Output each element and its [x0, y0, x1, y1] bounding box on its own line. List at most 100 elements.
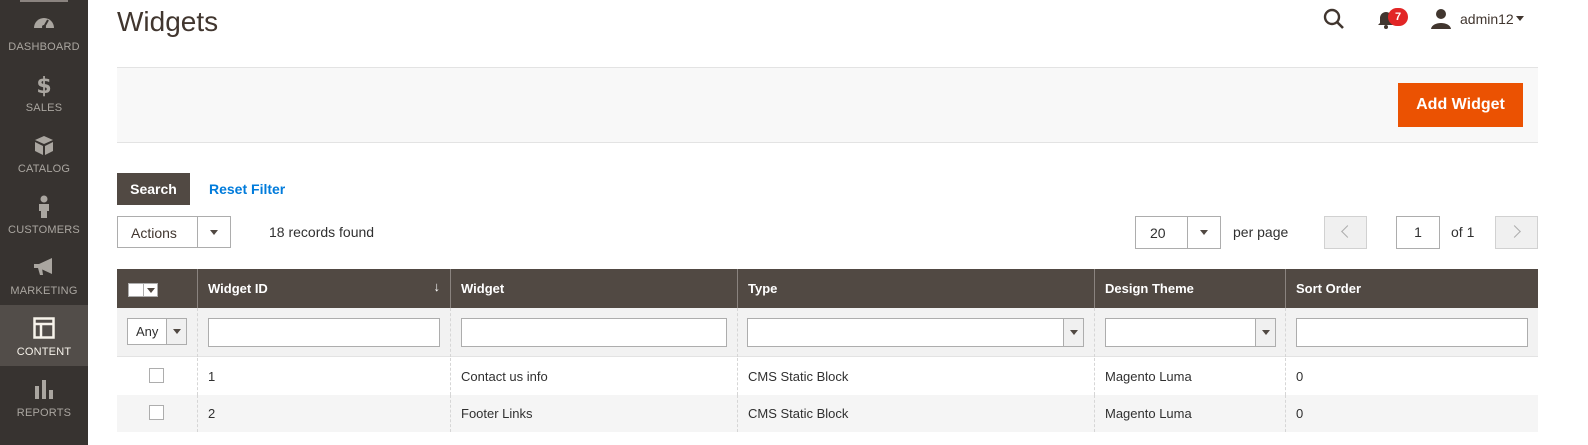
search-icon[interactable] [1322, 7, 1346, 31]
per-page-select[interactable]: 20 [1135, 216, 1221, 249]
dollar-icon: $ [0, 73, 88, 99]
per-page-label: per page [1233, 224, 1289, 240]
grid-header: Widget ID ↓ Widget Type Design Theme Sor… [117, 269, 1538, 308]
sidebar-item-sales[interactable]: $ SALES [0, 61, 88, 122]
sidebar-item-label: CONTENT [16, 346, 72, 358]
records-count: 18 records found [269, 224, 375, 240]
previous-page-button[interactable] [1324, 216, 1367, 249]
sidebar-item-label: SALES [25, 102, 63, 114]
sidebar-item-reports[interactable]: REPORTS [0, 366, 88, 427]
type-filter-select[interactable] [747, 318, 1084, 347]
user-icon[interactable] [1430, 8, 1452, 30]
cell-sort-order: 0 [1285, 395, 1538, 432]
sidebar-item-marketing[interactable]: MARKETING [0, 244, 88, 305]
next-page-button[interactable] [1495, 216, 1538, 249]
mass-filter-select[interactable]: Any [127, 318, 187, 345]
mass-select-header [117, 269, 197, 308]
row-select-cell [117, 395, 197, 432]
search-button[interactable]: Search [117, 173, 190, 205]
dropdown-toggle[interactable] [1187, 217, 1220, 248]
bar-chart-icon [0, 378, 88, 404]
cell-widget: Contact us info [450, 358, 737, 395]
filter-cell [737, 308, 1094, 357]
sidebar-item-label: MARKETING [10, 285, 78, 297]
sort-arrow-icon: ↓ [433, 279, 441, 294]
dropdown-toggle[interactable] [197, 217, 230, 247]
add-widget-button[interactable]: Add Widget [1398, 83, 1523, 127]
cell-design-theme: Magento Luma [1094, 358, 1285, 395]
dropdown-toggle[interactable] [143, 284, 157, 296]
row-checkbox[interactable] [149, 405, 164, 420]
chevron-down-icon [1262, 330, 1270, 335]
column-header-label: Type [748, 281, 778, 296]
mass-actions-label: Actions [131, 225, 177, 241]
sidebar-item-label: CUSTOMERS [8, 224, 80, 236]
column-header-label: Widget [461, 281, 505, 296]
cell-widget-id: 1 [197, 358, 450, 395]
column-header-label: Design Theme [1105, 281, 1194, 296]
svg-text:$: $ [36, 74, 51, 97]
checkbox[interactable] [129, 284, 143, 296]
column-header-label: Sort Order [1296, 281, 1362, 296]
chevron-right-icon [1508, 225, 1521, 238]
table-row[interactable]: 1 Contact us info CMS Static Block Magen… [117, 358, 1538, 395]
widget-title-filter-input[interactable] [461, 318, 727, 347]
page-title: Widgets [117, 6, 219, 37]
filter-cell [197, 308, 450, 357]
sidebar-item-label: CATALOG [17, 163, 71, 175]
sidebar-item-dashboard[interactable]: DASHBOARD [0, 0, 88, 61]
dropdown-toggle[interactable] [1255, 319, 1275, 346]
mass-filter-value: Any [136, 324, 159, 339]
cell-widget: Footer Links [450, 395, 737, 432]
cell-design-theme: Magento Luma [1094, 395, 1285, 432]
per-page-value: 20 [1150, 225, 1166, 241]
dropdown-toggle[interactable] [1063, 319, 1083, 346]
chevron-down-icon [147, 288, 155, 293]
cell-type: CMS Static Block [737, 358, 1094, 395]
filter-cell: Any [117, 308, 197, 357]
column-header-label: Widget ID [208, 281, 268, 296]
column-header-design-theme[interactable]: Design Theme [1094, 269, 1285, 308]
filter-cell [1094, 308, 1285, 357]
row-checkbox[interactable] [149, 368, 164, 383]
dropdown-toggle[interactable] [166, 319, 186, 344]
user-menu-name[interactable]: admin12 [1460, 11, 1514, 27]
chevron-down-icon [1070, 330, 1078, 335]
row-select-cell [117, 358, 197, 395]
design-theme-filter-select[interactable] [1105, 318, 1276, 347]
chevron-down-icon [1200, 230, 1208, 235]
page-number-input[interactable]: 1 [1396, 216, 1440, 249]
dashboard-icon [0, 12, 88, 38]
chevron-left-icon [1341, 225, 1354, 238]
cell-widget-id: 2 [197, 395, 450, 432]
layout-icon [0, 317, 88, 343]
sidebar-item-content[interactable]: CONTENT [0, 305, 88, 366]
person-icon [0, 195, 88, 221]
cell-type: CMS Static Block [737, 395, 1094, 432]
admin-sidebar: DASHBOARD $ SALES CATALOG CUSTOMERS MARK… [0, 0, 88, 445]
sidebar-item-catalog[interactable]: CATALOG [0, 122, 88, 183]
chevron-down-icon [210, 230, 218, 235]
grid-filter-row: Any [117, 308, 1538, 357]
reset-filter-link[interactable]: Reset Filter [209, 181, 285, 197]
filter-cell [450, 308, 737, 357]
column-header-widget[interactable]: Widget [450, 269, 737, 308]
notification-count-badge[interactable]: 7 [1388, 8, 1408, 26]
sidebar-item-label: DASHBOARD [8, 41, 80, 53]
widget-id-filter-input[interactable] [208, 318, 440, 347]
page-total: of 1 [1451, 224, 1475, 240]
chevron-down-icon[interactable] [1516, 16, 1524, 21]
box-icon [0, 134, 88, 160]
page-actions-bar [117, 67, 1538, 143]
megaphone-icon [0, 256, 88, 282]
table-row[interactable]: 2 Footer Links CMS Static Block Magento … [117, 395, 1538, 432]
sidebar-item-customers[interactable]: CUSTOMERS [0, 183, 88, 244]
cell-sort-order: 0 [1285, 358, 1538, 395]
mass-actions-select[interactable]: Actions [117, 216, 231, 248]
column-header-type[interactable]: Type [737, 269, 1094, 308]
column-header-sort-order[interactable]: Sort Order [1285, 269, 1538, 308]
sidebar-item-label: REPORTS [16, 407, 72, 419]
column-header-widget-id[interactable]: Widget ID ↓ [197, 269, 450, 308]
sort-order-filter-input[interactable] [1296, 318, 1528, 347]
mass-select-checkbox[interactable] [128, 283, 158, 297]
